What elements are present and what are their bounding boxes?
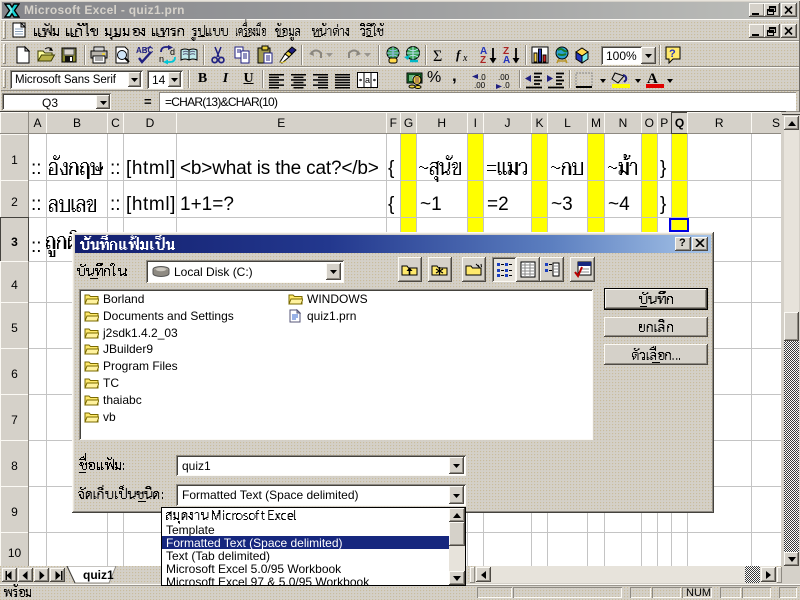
svg-text:d: d: [170, 47, 175, 57]
svg-text:?: ?: [669, 48, 676, 60]
svg-text:Z: Z: [480, 55, 486, 65]
svg-text:Σ: Σ: [433, 48, 442, 65]
svg-text:A: A: [503, 55, 510, 65]
svg-text:n: n: [159, 54, 164, 64]
svg-text:.0: .0: [503, 81, 510, 90]
svg-text:.00: .00: [474, 81, 486, 90]
svg-text:x: x: [462, 53, 468, 64]
svg-text:a: a: [365, 75, 370, 85]
svg-text:f: f: [456, 47, 462, 62]
